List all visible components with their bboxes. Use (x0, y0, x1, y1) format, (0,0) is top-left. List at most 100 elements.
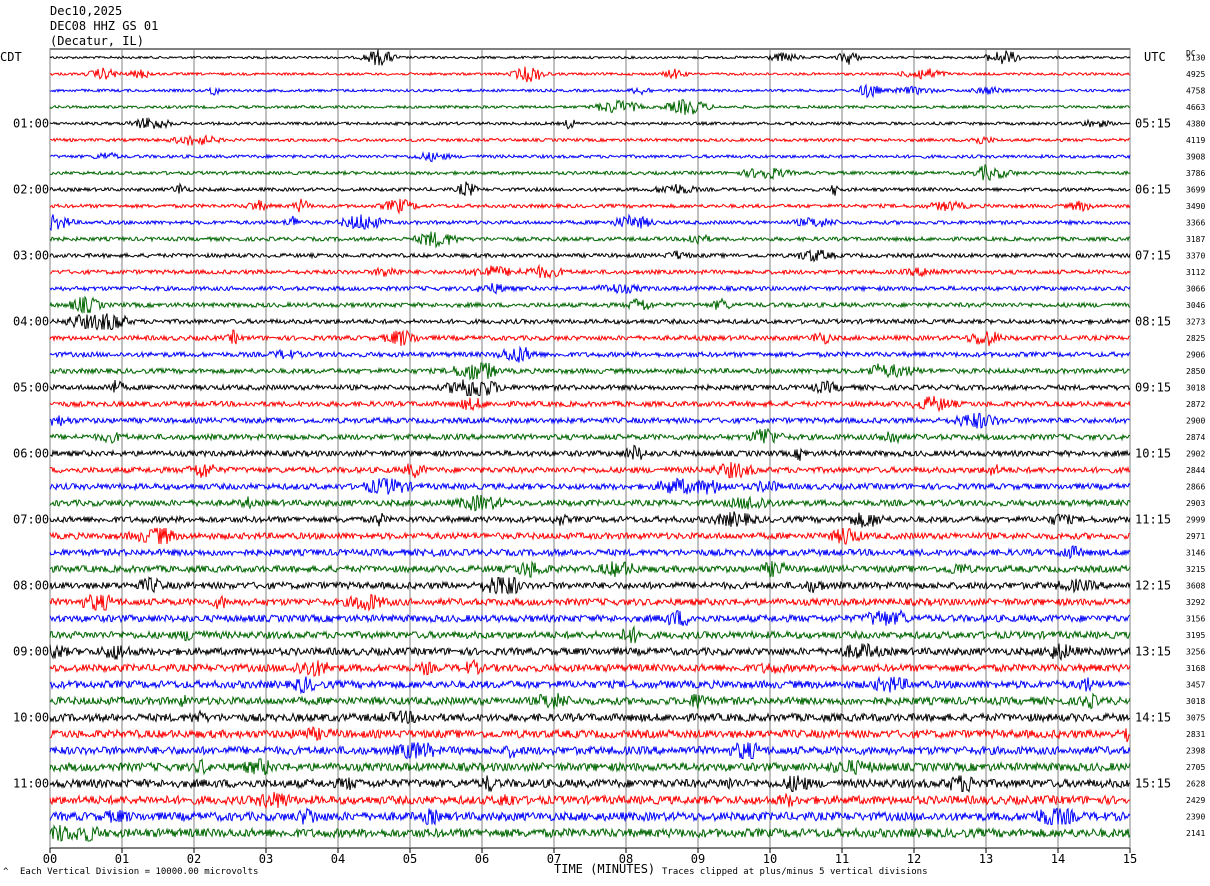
trace-blue (49, 477, 1131, 495)
dc-offset-value: 2705 (1186, 763, 1205, 772)
trace-black (49, 642, 1131, 662)
dc-offset-value: 2141 (1186, 829, 1205, 838)
dc-offset-value: 4380 (1186, 120, 1205, 129)
dc-offset-value: 2999 (1186, 516, 1205, 525)
dc-offset-value: 2874 (1186, 433, 1205, 442)
dc-offset-value: 4663 (1186, 103, 1205, 112)
x-tick-label: 05 (403, 852, 417, 866)
dc-offset-value: 3018 (1186, 697, 1205, 706)
trace-black (49, 511, 1131, 528)
trace-blue (49, 545, 1131, 560)
right-time-label: 11:15 (1135, 513, 1171, 527)
dc-offset-value: 3187 (1186, 235, 1205, 244)
trace-green (49, 427, 1131, 445)
x-tick-label: 14 (1051, 852, 1065, 866)
dc-offset-value: 3908 (1186, 153, 1205, 162)
dc-offset-value: 2850 (1186, 367, 1205, 376)
trace-red (49, 593, 1131, 612)
trace-green (49, 295, 1131, 314)
x-tick-label: 01 (115, 852, 129, 866)
x-tick-label: 03 (259, 852, 273, 866)
trace-blue (49, 675, 1131, 695)
trace-red (49, 198, 1131, 215)
trace-green (49, 494, 1131, 512)
dc-offset-value: 2390 (1186, 813, 1205, 822)
dc-offset-value: 3786 (1186, 169, 1205, 178)
x-tick-label: 12 (907, 852, 921, 866)
trace-green (49, 758, 1131, 776)
dc-offset-value: 2866 (1186, 483, 1205, 492)
x-tick-label: 04 (331, 852, 345, 866)
dc-offset-value: 2844 (1186, 466, 1205, 475)
trace-blue (49, 608, 1131, 627)
left-time-label: 11:00 (13, 777, 49, 791)
dc-offset-value: 2628 (1186, 780, 1205, 789)
left-time-label: 08:00 (13, 579, 49, 593)
trace-black (49, 117, 1131, 130)
dc-offset-value: 3146 (1186, 549, 1205, 558)
trace-black (49, 49, 1131, 66)
dc-offset-value: 3195 (1186, 631, 1205, 640)
dc-offset-value: 3156 (1186, 615, 1205, 624)
trace-blue (49, 412, 1131, 429)
right-time-label: 13:15 (1135, 645, 1171, 659)
trace-green (49, 692, 1131, 710)
left-time-label: 04:00 (13, 315, 49, 329)
right-time-label: 07:15 (1135, 249, 1171, 263)
left-time-label: 09:00 (13, 645, 49, 659)
trace-black (49, 379, 1131, 396)
trace-red (50, 134, 1131, 146)
dc-offset-value: 2429 (1186, 796, 1205, 805)
dc-offset-value: 2825 (1186, 334, 1205, 343)
dc-offset-value: 3112 (1186, 268, 1205, 277)
x-tick-label: 09 (691, 852, 705, 866)
trace-black (49, 313, 1131, 331)
trace-black (49, 444, 1131, 461)
clip-note: Traces clipped at plus/minus 5 vertical … (662, 867, 928, 877)
x-tick-label: 00 (43, 852, 57, 866)
traces (49, 49, 1131, 842)
dc-offset-value: 3075 (1186, 714, 1205, 723)
right-time-label: 05:15 (1135, 117, 1171, 131)
trace-red (49, 658, 1131, 677)
dc-offset-value: 3168 (1186, 664, 1205, 673)
right-time-label: 10:15 (1135, 447, 1171, 461)
trace-black (49, 709, 1131, 725)
dc-offset-value: 2903 (1186, 499, 1205, 508)
dc-offset-value: 3490 (1186, 202, 1205, 211)
trace-green (49, 362, 1131, 381)
trace-red (49, 527, 1131, 545)
right-time-label: 08:15 (1135, 315, 1171, 329)
dc-offset-value: 2900 (1186, 417, 1205, 426)
dc-offset-value: 3046 (1186, 301, 1205, 310)
right-time-label: 09:15 (1135, 381, 1171, 395)
corner-mark: ^ (3, 867, 9, 877)
dc-offset-value: 3066 (1186, 285, 1205, 294)
trace-black (49, 576, 1131, 595)
dc-offset-value: 3273 (1186, 318, 1205, 327)
dc-offset-value: 2906 (1186, 351, 1205, 360)
scale-note: Each Vertical Division = 10000.00 microv… (20, 867, 259, 877)
dc-offset-value: 3292 (1186, 598, 1205, 607)
x-tick-label: 11 (835, 852, 849, 866)
dc-offset-value: 3370 (1186, 252, 1205, 261)
right-time-label: 14:15 (1135, 711, 1171, 725)
trace-blue (49, 807, 1131, 826)
trace-red (50, 263, 1131, 280)
x-axis-title: TIME (MINUTES) (554, 862, 656, 876)
trace-green (49, 824, 1131, 842)
trace-blue (49, 151, 1131, 163)
x-tick-label: 02 (187, 852, 201, 866)
right-time-label: 15:15 (1135, 777, 1171, 791)
trace-blue (49, 83, 1130, 99)
x-tick-label: 15 (1123, 852, 1137, 866)
trace-blue (49, 741, 1131, 760)
trace-blue (49, 345, 1131, 363)
trace-green (49, 625, 1131, 644)
left-time-label: 02:00 (13, 183, 49, 197)
trace-red (49, 66, 1131, 83)
trace-green (49, 231, 1131, 249)
dc-offset-value: 3366 (1186, 219, 1205, 228)
dc-offset-value: 2398 (1186, 747, 1205, 756)
trace-black (49, 248, 1131, 263)
